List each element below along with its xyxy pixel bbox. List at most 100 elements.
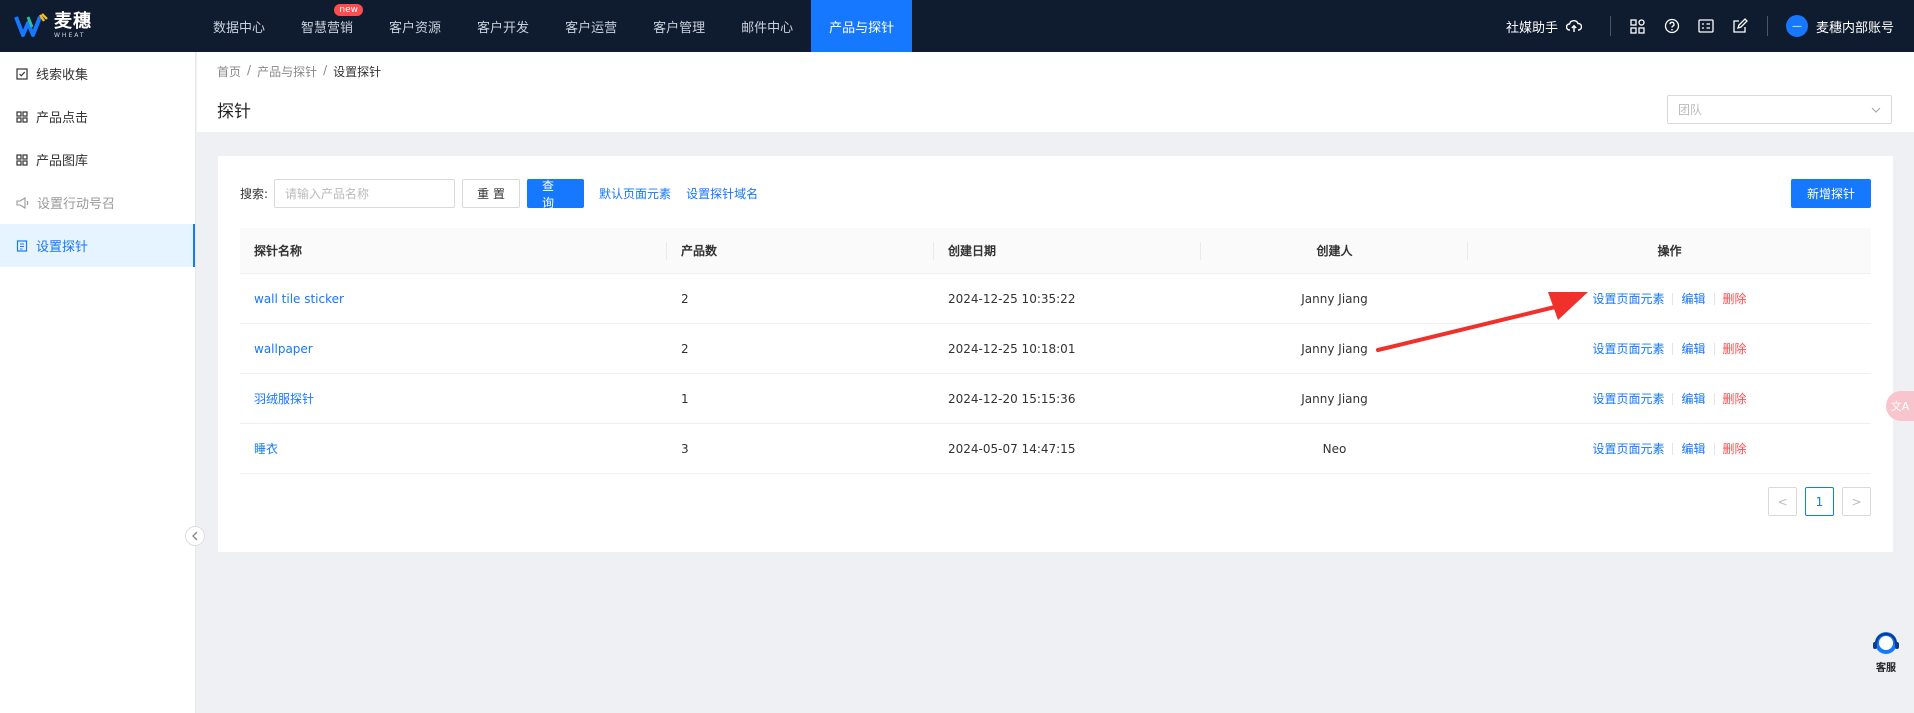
wheat-logo-icon <box>14 13 48 37</box>
edit-link[interactable]: 编辑 <box>1681 290 1705 307</box>
default-page-elements-link[interactable]: 默认页面元素 <box>599 185 671 202</box>
team-select-placeholder: 团队 <box>1678 103 1703 117</box>
customer-service-label: 客服 <box>1876 663 1896 674</box>
cell-count: 3 <box>681 441 689 456</box>
cell-actions: 设置页面元素 编辑 删除 <box>1468 424 1871 473</box>
probe-name-link[interactable]: wallpaper <box>254 342 313 356</box>
cell-date: 2024-12-25 10:35:22 <box>948 291 1076 306</box>
new-badge: new <box>334 4 364 16</box>
table-header: 探针名称 产品数 创建日期 创建人 操作 <box>240 228 1871 274</box>
cell-name: wall tile sticker <box>240 274 667 323</box>
edit-link[interactable]: 编辑 <box>1681 390 1705 407</box>
table-row: 睡衣 3 2024-05-07 14:47:15 Neo 设置页面元素 编辑 删除 <box>240 424 1871 474</box>
doc-icon <box>16 239 36 252</box>
table-row: wall tile sticker 2 2024-12-25 10:35:22 Jan… <box>240 274 1871 324</box>
next-page-button[interactable]: > <box>1842 487 1871 516</box>
nav-item-6[interactable]: 邮件中心 <box>723 0 811 52</box>
sidebar-item-label: 线索收集 <box>36 68 89 83</box>
search-label: 搜索: <box>240 187 269 201</box>
page-header: 首页 / 产品与探针 / 设置探针 探针 团队 <box>197 52 1914 132</box>
edit-icon[interactable] <box>1731 17 1749 35</box>
cell-creator: Janny Jiang <box>1301 391 1368 406</box>
cell-date: 2024-12-20 15:15:36 <box>948 391 1076 406</box>
column-header-2: 创建日期 <box>934 228 1201 273</box>
cell-count: 2 <box>681 291 689 306</box>
probe-name-link[interactable]: 睡衣 <box>254 440 278 457</box>
delete-link[interactable]: 删除 <box>1723 290 1747 307</box>
sidebar: 线索收集产品点击产品图库设置行动号召设置探针 <box>0 52 205 713</box>
breadcrumb-item-2: 设置探针 <box>333 65 382 79</box>
account-menu[interactable]: — 麦穗内部账号 <box>1785 15 1894 37</box>
set-page-elements-link[interactable]: 设置页面元素 <box>1592 390 1664 407</box>
delete-link[interactable]: 删除 <box>1723 340 1747 357</box>
nav-item-label: 客户开发 <box>477 20 530 36</box>
headset-icon <box>1873 632 1899 654</box>
sidebar-item-label: 产品图库 <box>36 154 89 169</box>
breadcrumb-item-0[interactable]: 首页 <box>217 63 241 80</box>
delete-link[interactable]: 删除 <box>1723 440 1747 457</box>
probe-list-card: 搜索: 重 置 查 询 默认页面元素 设置探针域名 新增探针 探针名称产品数创建… <box>218 156 1893 552</box>
cell-creator: Janny Jiang <box>1301 291 1368 306</box>
collapse-sidebar-button[interactable] <box>185 526 205 546</box>
nav-item-3[interactable]: 客户开发 <box>459 0 547 52</box>
set-page-elements-link[interactable]: 设置页面元素 <box>1592 340 1664 357</box>
brand-name-en: WHEAT <box>54 32 86 39</box>
delete-link[interactable]: 删除 <box>1723 390 1747 407</box>
page-1-button[interactable]: 1 <box>1805 487 1834 516</box>
avatar: — <box>1785 15 1808 37</box>
customer-service-button[interactable]: 客服 <box>1869 628 1903 674</box>
nav-item-label: 数据中心 <box>213 20 266 36</box>
reset-button[interactable]: 重 置 <box>462 179 521 208</box>
prev-page-button[interactable]: < <box>1768 487 1797 516</box>
add-probe-button[interactable]: 新增探针 <box>1791 179 1871 208</box>
edit-link[interactable]: 编辑 <box>1681 340 1705 357</box>
table-row: wallpaper 2 2024-12-25 10:18:01 Janny Jiang… <box>240 324 1871 374</box>
nav-item-0[interactable]: 数据中心 <box>195 0 283 52</box>
set-page-elements-link[interactable]: 设置页面元素 <box>1592 440 1664 457</box>
page-title: 探针 <box>217 102 251 122</box>
breadcrumb-item-1[interactable]: 产品与探针 <box>257 63 317 80</box>
cell-creator: Janny Jiang <box>1301 341 1368 356</box>
nav-item-4[interactable]: 客户运营 <box>547 0 635 52</box>
probe-name-link[interactable]: 羽绒服探针 <box>254 390 314 407</box>
sidebar-item-label: 设置探针 <box>36 240 89 255</box>
social-assistant-label: 社媒助手 <box>1505 20 1558 36</box>
cell-count: 1 <box>681 391 689 406</box>
search-input[interactable] <box>274 179 456 208</box>
nav-item-7[interactable]: 产品与探针 <box>811 0 913 52</box>
id-card-icon[interactable] <box>1697 17 1715 35</box>
probe-table: 探针名称 产品数 创建日期 创建人 操作 wall tile sticker 2 2024-… <box>240 228 1871 474</box>
column-header-3: 创建人 <box>1201 228 1468 273</box>
brand-name: 麦穗 <box>54 11 92 32</box>
nav-item-2[interactable]: 客户资源 <box>371 0 459 52</box>
breadcrumb-separator: / <box>323 63 328 77</box>
cell-actions: 设置页面元素 编辑 删除 <box>1468 324 1871 373</box>
set-page-elements-link[interactable]: 设置页面元素 <box>1592 290 1664 307</box>
grid-icon[interactable] <box>1629 17 1647 35</box>
sidebar-item-3[interactable]: 设置行动号召 <box>0 181 195 224</box>
table-body: wall tile sticker 2 2024-12-25 10:35:22 Jan… <box>240 274 1871 474</box>
edit-link[interactable]: 编辑 <box>1681 440 1705 457</box>
brand-logo[interactable]: 麦穗 WHEAT <box>0 0 195 52</box>
breadcrumb: 首页 / 产品与探针 / 设置探针 <box>217 63 387 80</box>
social-assistant-button[interactable]: 社媒助手 <box>1506 17 1582 36</box>
nav-item-5[interactable]: 客户管理 <box>635 0 723 52</box>
probe-name-link[interactable]: wall tile sticker <box>254 292 344 306</box>
translate-icon[interactable]: 文A <box>1886 391 1914 421</box>
sidebar-item-4[interactable]: 设置探针 <box>0 224 195 267</box>
sidebar-item-2[interactable]: 产品图库 <box>0 138 195 181</box>
team-select[interactable]: 团队 <box>1667 95 1892 124</box>
breadcrumb-separator: / <box>247 63 252 77</box>
nav-item-label: 客户管理 <box>653 20 706 36</box>
sidebar-item-0[interactable]: 线索收集 <box>0 52 195 95</box>
grid-icon <box>16 153 36 166</box>
nav-item-label: 产品与探针 <box>829 20 895 36</box>
megaphone-icon <box>16 196 37 209</box>
set-probe-domain-link[interactable]: 设置探针域名 <box>686 185 758 202</box>
nav-item-1[interactable]: 智慧营销 new <box>283 0 371 52</box>
cloud-upload-icon <box>1565 20 1582 32</box>
top-navbar: 麦穗 WHEAT 数据中心 智慧营销 new 客户资源 客户开发 客户运营 客户管理 邮件中心… <box>0 0 1914 52</box>
query-button[interactable]: 查 询 <box>527 179 585 210</box>
help-icon[interactable] <box>1663 17 1681 35</box>
sidebar-item-1[interactable]: 产品点击 <box>0 95 195 138</box>
